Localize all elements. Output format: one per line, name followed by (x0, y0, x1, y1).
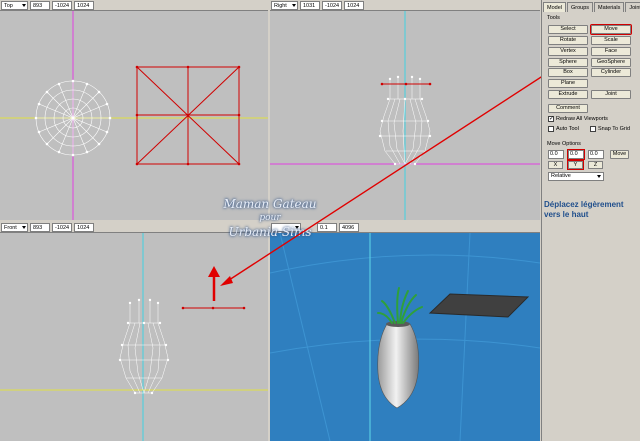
comment-button[interactable]: Comment (548, 104, 588, 113)
vertex-button[interactable]: Vertex (548, 47, 588, 56)
cylinder-button[interactable]: Cylinder (591, 68, 631, 77)
panel-tabs: Model Groups Materials Joints (542, 0, 640, 12)
box-button[interactable]: Box (548, 68, 588, 77)
tab-groups[interactable]: Groups (566, 2, 594, 12)
rotate-button[interactable]: Rotate (548, 36, 588, 45)
move-apply-button[interactable]: Move (610, 150, 629, 159)
select-button[interactable]: Select (548, 25, 588, 34)
move-y-input[interactable]: 0.0 (567, 149, 585, 160)
axis-y-button[interactable]: Y (567, 160, 584, 170)
tab-joints[interactable]: Joints (625, 2, 640, 12)
move-button[interactable]: Move (590, 24, 632, 35)
auto-tool-label: Auto Tool (556, 126, 579, 132)
joint-button[interactable]: Joint (591, 90, 631, 99)
tab-materials[interactable]: Materials (594, 2, 625, 12)
move-mode-select[interactable]: Relative (548, 172, 604, 181)
redraw-label: Redraw All Viewports (556, 116, 608, 122)
move-z-input[interactable]: 0.0 (588, 150, 604, 159)
extrude-button[interactable]: Extrude (548, 90, 588, 99)
redraw-all-viewports-checkbox[interactable]: Redraw All Viewports (548, 115, 608, 122)
sphere-button[interactable]: Sphere (548, 58, 588, 67)
tools-title: Tools (547, 15, 560, 21)
face-button[interactable]: Face (591, 47, 631, 56)
snap-check-icon (590, 126, 596, 132)
snap-label: Snap To Grid (598, 126, 631, 132)
axis-z-button[interactable]: Z (588, 161, 603, 169)
axis-x-button[interactable]: X (548, 161, 563, 169)
redraw-check-icon (548, 115, 554, 122)
plane-button[interactable]: Plane (548, 79, 588, 88)
auto-tool-checkbox[interactable]: Auto Tool (548, 126, 579, 132)
move-x-input[interactable]: 0.0 (548, 150, 564, 159)
scale-button[interactable]: Scale (591, 36, 631, 45)
move-options-title: Move Options (547, 141, 581, 147)
auto-tool-check-icon (548, 126, 554, 132)
side-panel: Model Groups Materials Joints Tools Sele… (541, 0, 640, 441)
instruction-text: Déplacez légèrement vers le haut (544, 200, 624, 219)
tab-model[interactable]: Model (543, 2, 566, 12)
snap-to-grid-checkbox[interactable]: Snap To Grid (590, 126, 630, 132)
geosphere-button[interactable]: GeoSphere (591, 58, 631, 67)
